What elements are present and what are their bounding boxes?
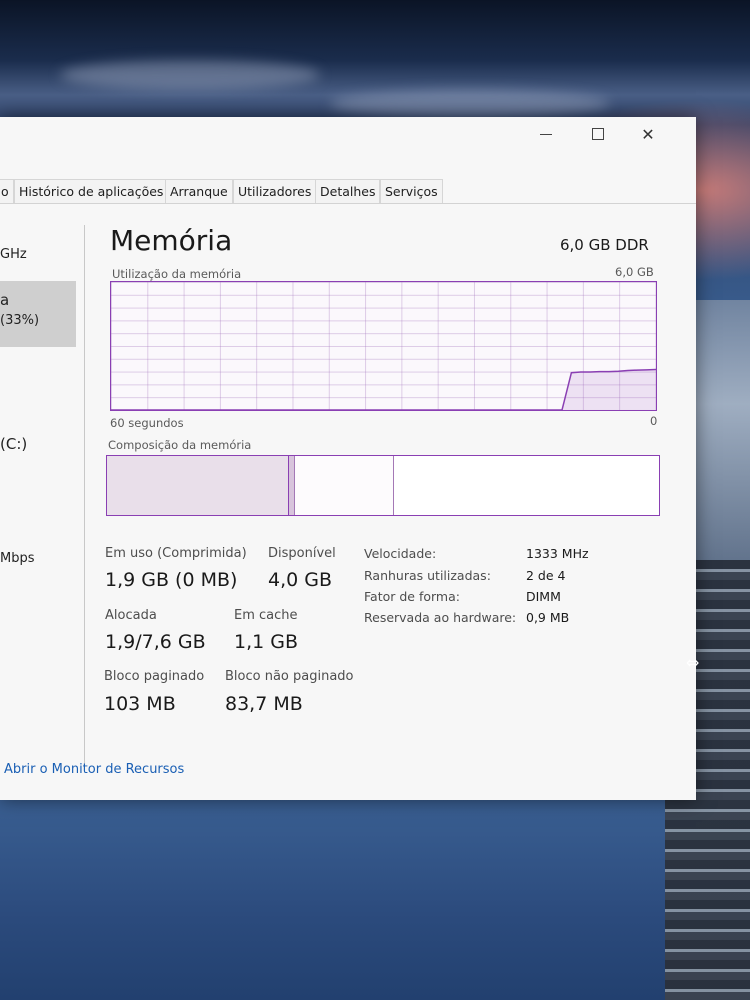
- open-resource-monitor-link[interactable]: Abrir o Monitor de Recursos: [4, 762, 184, 777]
- composition-in-use: [107, 456, 290, 515]
- paged-pool-value: 103 MB: [104, 693, 176, 715]
- sea: [0, 800, 750, 1000]
- memory-composition-bar: [106, 455, 660, 516]
- tab-users[interactable]: Utilizadores: [233, 179, 317, 203]
- available-label: Disponível: [268, 546, 336, 561]
- composition-label: Composição da memória: [108, 438, 252, 452]
- form-factor-value: DIMM: [526, 589, 561, 604]
- composition-standby: [294, 456, 395, 515]
- in-use-value: 1,9 GB (0 MB): [105, 569, 238, 591]
- cached-label: Em cache: [234, 608, 298, 623]
- nonpaged-pool-value: 83,7 MB: [225, 693, 303, 715]
- page-title: Memória: [110, 224, 233, 257]
- sidebar-item-memory-label: a: [0, 291, 10, 309]
- form-factor-label: Fator de forma:: [364, 589, 460, 604]
- available-value: 4,0 GB: [268, 569, 333, 591]
- tab-app-history[interactable]: Histórico de aplicações: [14, 179, 169, 203]
- usage-area: [111, 369, 656, 410]
- sidebar-item-memory[interactable]: a (33%): [0, 281, 76, 347]
- cached-value: 1,1 GB: [234, 631, 299, 653]
- slots-value: 2 de 4: [526, 568, 566, 583]
- sidebar-item-network[interactable]: Mbps: [0, 551, 35, 566]
- nonpaged-pool-label: Bloco não paginado: [225, 669, 354, 684]
- memory-total: 6,0 GB DDR: [560, 236, 649, 254]
- memory-usage-graph: [110, 281, 657, 411]
- maximize-button[interactable]: [578, 121, 618, 147]
- close-icon: ✕: [641, 124, 655, 144]
- resize-cursor-icon: ⇔: [686, 653, 700, 672]
- minimize-button[interactable]: [526, 121, 566, 147]
- slots-label: Ranhuras utilizadas:: [364, 568, 491, 583]
- memory-usage-plot: [111, 368, 656, 410]
- title-bar[interactable]: ✕: [0, 117, 696, 151]
- speed-label: Velocidade:: [364, 546, 437, 561]
- in-use-label: Em uso (Comprimida): [105, 546, 247, 561]
- tab-performance[interactable]: o: [0, 179, 14, 203]
- paged-pool-label: Bloco paginado: [104, 669, 205, 684]
- usage-graph-max: 6,0 GB: [615, 265, 654, 279]
- maximize-icon: [592, 128, 604, 140]
- task-manager-window: ✕ o Histórico de aplicações Arranque Uti…: [0, 117, 696, 800]
- hardware-reserved-label: Reservada ao hardware:: [364, 610, 517, 625]
- committed-value: 1,9/7,6 GB: [105, 631, 206, 653]
- sidebar-item-disk[interactable]: (C:): [0, 435, 27, 453]
- cloud: [60, 60, 320, 90]
- speed-value: 1333 MHz: [526, 546, 589, 561]
- graph-time-end: 0: [650, 414, 658, 428]
- hardware-reserved-value: 0,9 MB: [526, 610, 570, 625]
- cloud: [330, 90, 610, 118]
- composition-free: [394, 456, 659, 515]
- close-button[interactable]: ✕: [628, 121, 668, 147]
- minimize-icon: [540, 133, 552, 135]
- tab-services[interactable]: Serviços: [380, 179, 443, 203]
- sidebar-item-memory-percent: (33%): [0, 313, 40, 328]
- graph-time-span: 60 segundos: [110, 416, 184, 430]
- committed-label: Alocada: [105, 608, 157, 623]
- resource-sidebar: GHz a (33%) (C:) Mbps: [0, 225, 85, 765]
- usage-graph-label: Utilização da memória: [112, 267, 242, 281]
- tab-startup[interactable]: Arranque: [165, 179, 233, 203]
- tab-bar: o Histórico de aplicações Arranque Utili…: [0, 179, 696, 204]
- pier-structure: [690, 300, 750, 560]
- sidebar-item-cpu[interactable]: GHz: [0, 247, 27, 262]
- tab-details[interactable]: Detalhes: [315, 179, 381, 203]
